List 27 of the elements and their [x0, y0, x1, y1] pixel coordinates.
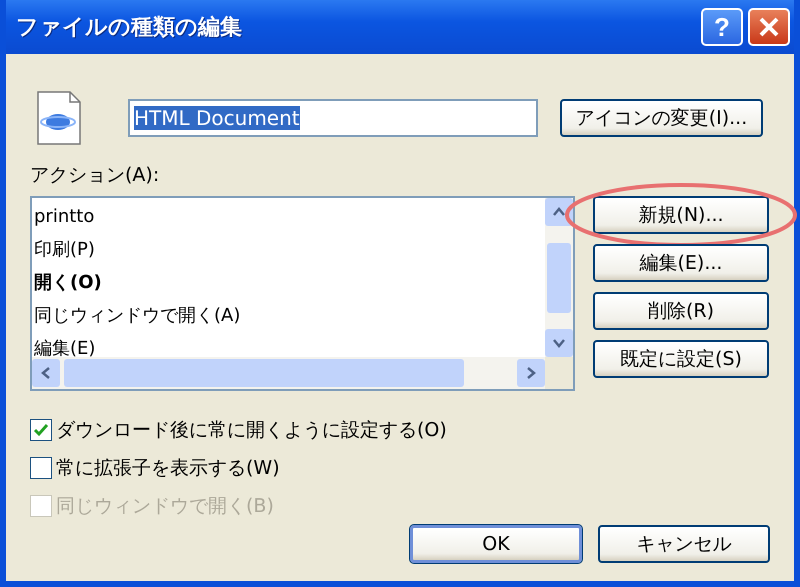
- action-button[interactable]: 既定に設定(S): [593, 340, 769, 378]
- checkbox-label: 同じウィンドウで開く(B): [56, 494, 274, 519]
- checkbox-label: ダウンロード後に常に開くように設定する(O): [56, 418, 447, 443]
- help-button[interactable]: ?: [701, 8, 743, 46]
- type-name-field[interactable]: HTML Document: [128, 99, 538, 137]
- close-icon: [758, 16, 780, 38]
- checkbox-label: 常に拡張子を表示する(W): [56, 456, 280, 481]
- vertical-scrollbar[interactable]: [545, 198, 573, 357]
- dialog-button[interactable]: キャンセル: [598, 525, 770, 563]
- horizontal-scrollbar[interactable]: [32, 357, 545, 389]
- window-title: ファイルの種類の編集: [16, 14, 243, 42]
- change-icon-button[interactable]: アイコンの変更(I)...: [560, 99, 763, 137]
- action-button[interactable]: 新規(N)...: [593, 196, 769, 234]
- scrollbar-corner: [545, 357, 573, 389]
- action-button[interactable]: 削除(R): [593, 292, 769, 330]
- list-item[interactable]: 開く(O): [32, 266, 545, 299]
- list-item[interactable]: 印刷(P): [32, 233, 545, 266]
- list-item[interactable]: printto: [32, 200, 545, 233]
- action-button[interactable]: 編集(E)...: [593, 244, 769, 282]
- checkbox[interactable]: [30, 419, 52, 441]
- list-item[interactable]: 同じウィンドウで開く(A): [32, 299, 545, 332]
- dialog-button[interactable]: OK: [410, 525, 582, 563]
- close-button[interactable]: [748, 8, 790, 46]
- actions-label: アクション(A):: [30, 163, 160, 188]
- actions-list[interactable]: printto 印刷(P) 開く(O) 同じウィンドウで開く(A) 編集(E): [30, 196, 575, 391]
- checkbox[interactable]: [30, 457, 52, 479]
- list-item[interactable]: 編集(E): [32, 332, 545, 357]
